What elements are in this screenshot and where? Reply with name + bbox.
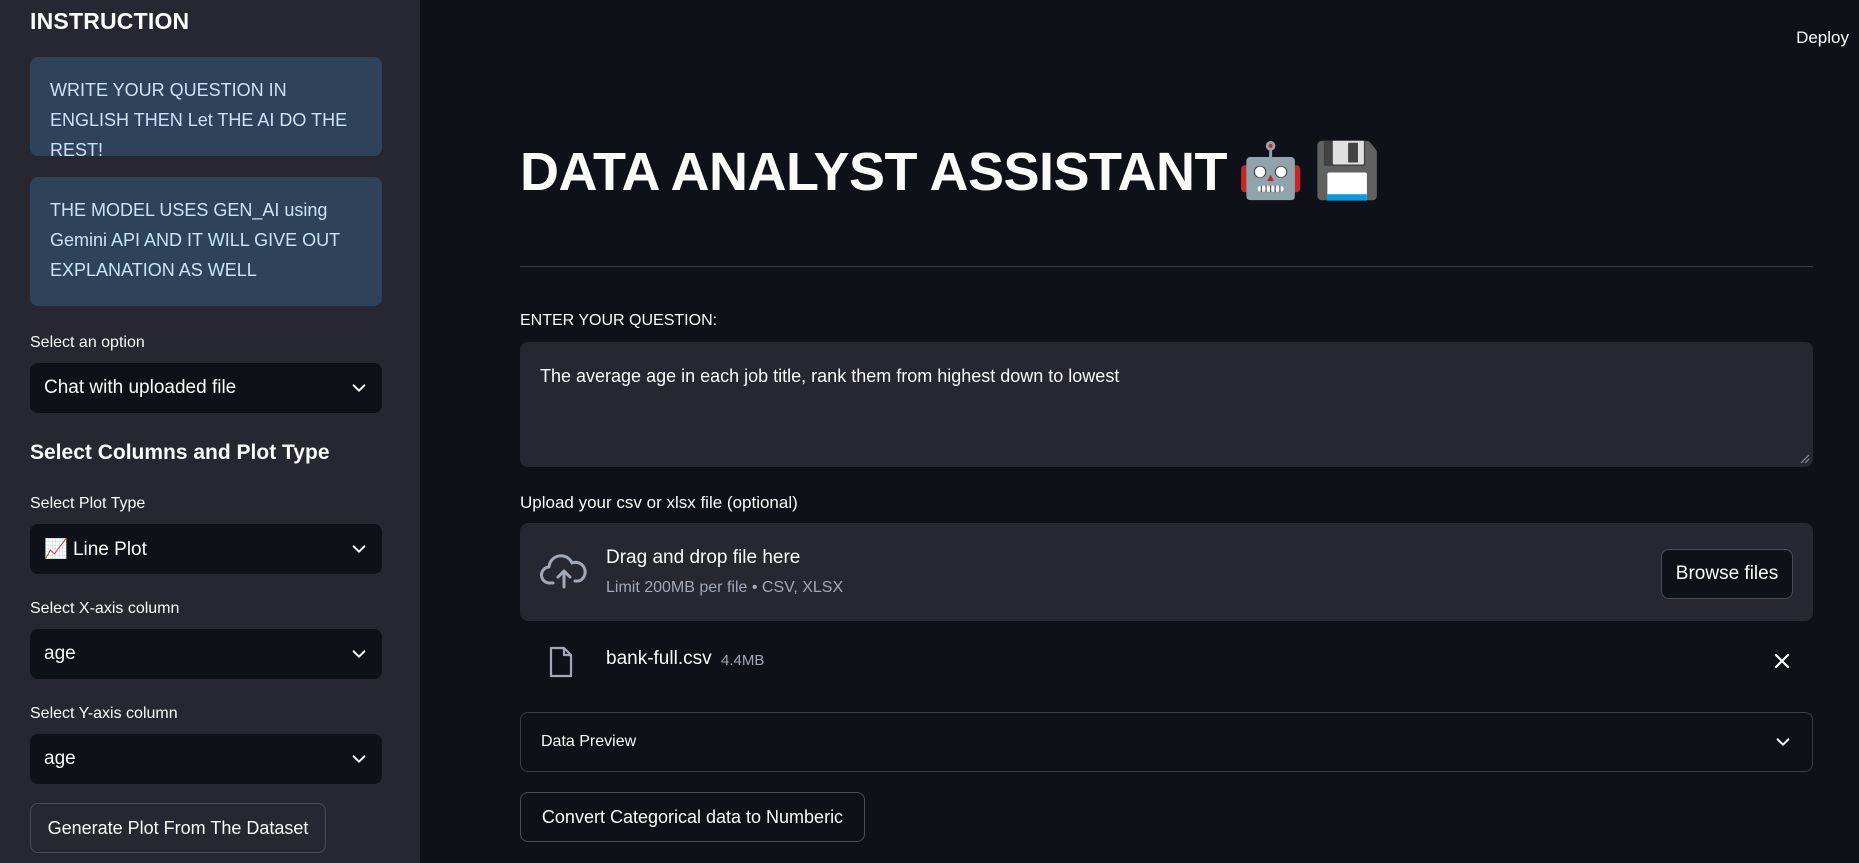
chevron-down-icon	[352, 755, 366, 763]
deploy-button[interactable]: Deploy	[1796, 28, 1849, 48]
browse-files-button[interactable]: Browse files	[1661, 549, 1793, 599]
columns-heading: Select Columns and Plot Type	[30, 441, 330, 464]
chevron-down-icon	[1776, 738, 1790, 746]
info-box-instructions: WRITE YOUR QUESTION IN ENGLISH THEN Let …	[30, 57, 382, 160]
robot-icon: 🤖	[1237, 141, 1304, 201]
y-axis-select[interactable]: age	[30, 734, 382, 784]
chevron-down-icon	[352, 545, 366, 553]
page-title: DATA ANALYST ASSISTANT 🤖 💾	[520, 140, 1381, 203]
upload-label: Upload your csv or xlsx file (optional)	[520, 493, 798, 512]
uploaded-file-row: bank-full.csv 4.4MB	[520, 640, 1813, 682]
x-axis-value: age	[44, 643, 76, 664]
question-text: The average age in each job title, rank …	[540, 366, 1120, 386]
resize-handle-icon[interactable]	[1800, 454, 1810, 464]
convert-categorical-button[interactable]: Convert Categorical data to Numberic	[520, 792, 865, 842]
floppy-disk-icon: 💾	[1313, 141, 1381, 201]
dropzone-limit-text: Limit 200MB per file • CSV, XLSX	[606, 579, 844, 596]
plot-type-value: Line Plot	[72, 539, 147, 560]
info-box-model: THE MODEL USES GEN_AI using Gemini API A…	[30, 177, 382, 306]
chevron-down-icon	[352, 384, 366, 392]
dropzone-title: Drag and drop file here	[606, 547, 801, 568]
plot-type-select[interactable]: 📈 Line Plot	[30, 524, 382, 574]
x-axis-label: Select X-axis column	[30, 600, 180, 617]
sidebar-title: INSTRUCTION	[30, 8, 190, 34]
divider	[520, 266, 1813, 267]
y-axis-value: age	[44, 748, 76, 769]
file-icon	[549, 646, 573, 678]
close-icon[interactable]	[1773, 652, 1791, 670]
question-textarea[interactable]: The average age in each job title, rank …	[520, 342, 1813, 467]
option-select-label: Select an option	[30, 334, 145, 351]
page-title-text: DATA ANALYST ASSISTANT	[520, 141, 1228, 202]
file-dropzone[interactable]: Drag and drop file here Limit 200MB per …	[520, 523, 1813, 621]
cloud-upload-icon	[540, 554, 587, 589]
option-select[interactable]: Chat with uploaded file	[30, 363, 382, 413]
question-label: ENTER YOUR QUESTION:	[520, 312, 718, 329]
chart-increasing-icon: 📈	[44, 539, 68, 560]
x-axis-select[interactable]: age	[30, 629, 382, 679]
file-name: bank-full.csv	[606, 648, 712, 669]
chevron-down-icon	[352, 650, 366, 658]
option-select-value: Chat with uploaded file	[44, 377, 237, 398]
expander-label: Data Preview	[541, 733, 637, 750]
generate-plot-button[interactable]: Generate Plot From The Dataset	[30, 803, 326, 853]
plot-type-label: Select Plot Type	[30, 495, 146, 512]
file-size: 4.4MB	[721, 652, 765, 669]
data-preview-expander[interactable]: Data Preview	[520, 712, 1813, 772]
y-axis-label: Select Y-axis column	[30, 705, 178, 722]
sidebar: INSTRUCTION WRITE YOUR QUESTION IN ENGLI…	[0, 0, 420, 863]
